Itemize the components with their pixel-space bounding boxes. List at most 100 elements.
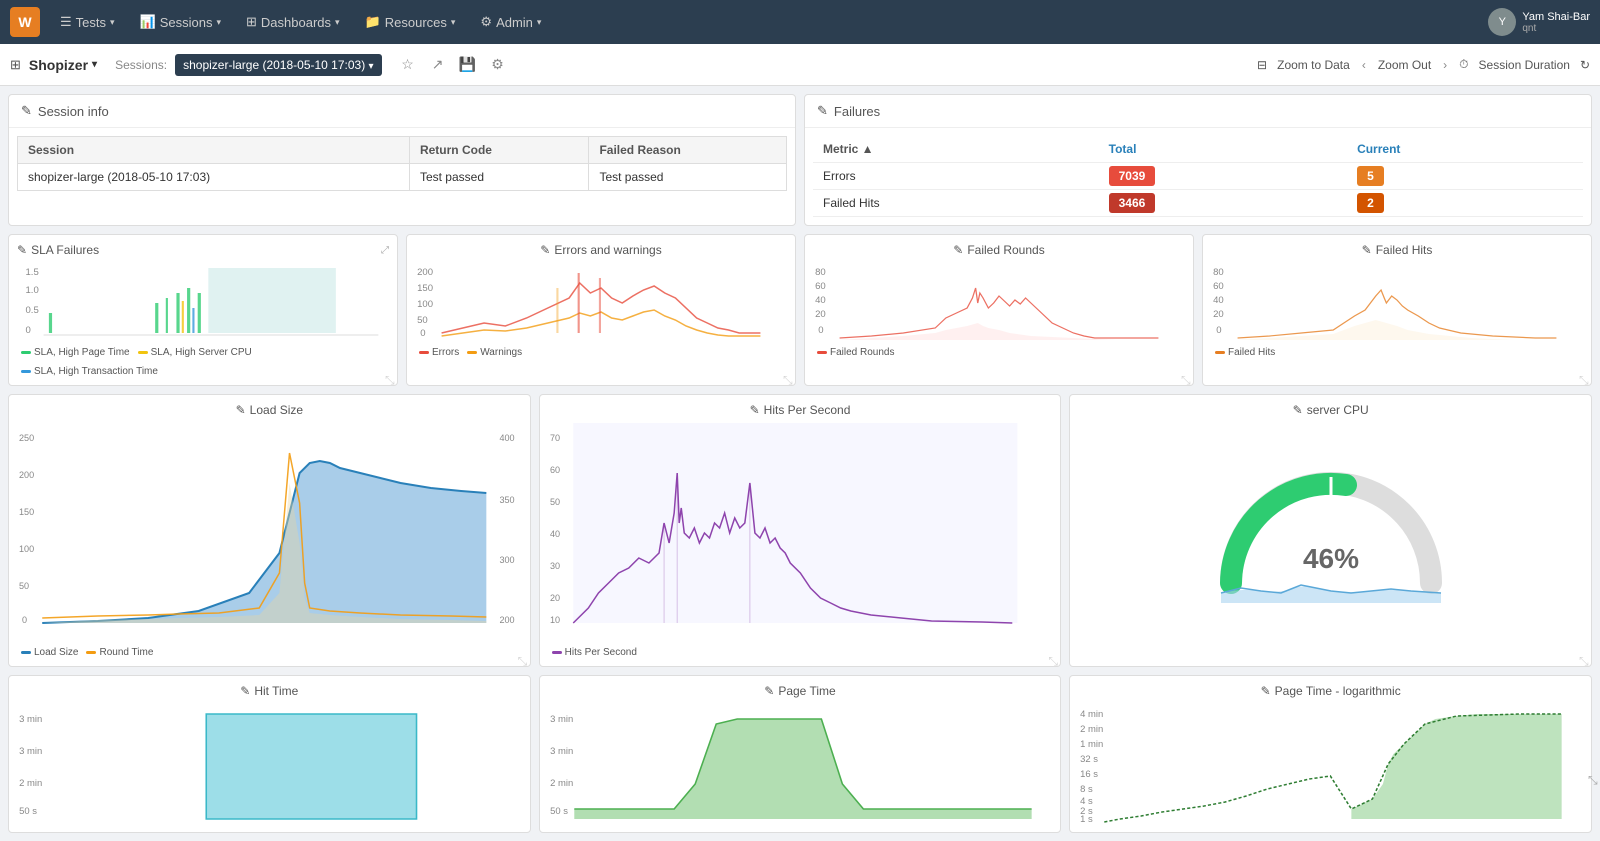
session-info-content: Session Return Code Failed Reason shopiz…	[9, 128, 795, 199]
svg-text:8 s: 8 s	[1080, 784, 1093, 794]
charts-row1: ✎ SLA Failures ⤢ 1.5 1.0 0.5 0	[8, 234, 1592, 386]
svg-text:100: 100	[19, 544, 34, 554]
pencil-icon: ✎	[953, 243, 963, 257]
hits-area: 70 60 50 40 30 20 10 00:	[548, 423, 1053, 643]
svg-text:2 min: 2 min	[1080, 724, 1103, 734]
settings-icon[interactable]: ⚙	[486, 53, 510, 77]
zoom-to-data-btn[interactable]: Zoom to Data	[1277, 58, 1350, 72]
resize-handle[interactable]: ⤡	[1181, 373, 1191, 383]
svg-text:350: 350	[499, 495, 514, 505]
pencil-icon: ✎	[240, 684, 250, 698]
logo: W	[10, 7, 40, 37]
nav-dashboards[interactable]: ⊞ Dashboards ▾	[236, 9, 350, 35]
svg-text:50 s: 50 s	[19, 806, 37, 816]
session-selector[interactable]: shopizer-large (2018-05-10 17:03) ▾	[175, 54, 381, 76]
svg-text:1.5: 1.5	[26, 267, 39, 277]
star-icon[interactable]: ☆	[396, 53, 420, 77]
chart-title: ✎ Errors and warnings	[415, 243, 787, 257]
top-nav: W ☰ Tests ▾ 📊 Sessions ▾ ⊞ Dashboards ▾ …	[0, 0, 1600, 44]
svg-text:1.0: 1.0	[26, 285, 39, 295]
main-content: ✎ Session info Session Return Code Faile…	[0, 86, 1600, 841]
nav-tests[interactable]: ☰ Tests ▾	[50, 9, 125, 35]
page-time-log-chart: ✎ Page Time - logarithmic 4 min 2 min 1 …	[1069, 675, 1592, 833]
pencil-icon: ✎	[1261, 684, 1271, 698]
svg-text:400: 400	[499, 433, 514, 443]
pencil-icon: ✎	[17, 243, 27, 257]
svg-text:0: 0	[420, 328, 425, 338]
current-failed-hits: 2	[1347, 190, 1583, 217]
resize-handle[interactable]: ⤡	[1579, 373, 1589, 383]
svg-text:4 s: 4 s	[1080, 796, 1093, 806]
sla-legend: SLA, High Page Time SLA, High Server CPU…	[17, 347, 389, 377]
svg-text:150: 150	[417, 283, 433, 293]
svg-text:2 min: 2 min	[19, 778, 42, 788]
failed-rounds-area: 80 60 40 20 0 00:0000:3001:0001:3002:00	[813, 263, 1185, 343]
zoom-out-btn[interactable]: Zoom Out	[1378, 58, 1431, 72]
svg-text:150: 150	[19, 507, 34, 517]
svg-text:50: 50	[550, 497, 560, 507]
chart-title: ✎ Load Size	[17, 403, 522, 417]
svg-text:2 min: 2 min	[550, 778, 573, 788]
table-row: Errors 7039 5	[813, 163, 1583, 190]
user-info: Yam Shai-Bar qnt	[1522, 11, 1590, 34]
svg-text:0.5: 0.5	[26, 305, 39, 315]
metric-failed-hits: Failed Hits	[813, 190, 1099, 217]
svg-text:50: 50	[19, 581, 29, 591]
page-time-chart: ✎ Page Time 3 min 3 min 2 min 50 s 00:00…	[539, 675, 1062, 833]
hit-time-chart: ✎ Hit Time 3 min 3 min 2 min 50 s 00:000…	[8, 675, 531, 833]
resize-handle[interactable]: ⤡	[1048, 654, 1058, 664]
chart-title: ✎ SLA Failures ⤢	[17, 243, 389, 257]
columns-icon: ⊟	[1257, 58, 1267, 72]
pencil-icon: ✎	[540, 243, 550, 257]
project-name[interactable]: Shopizer ▾	[29, 57, 97, 73]
resize-handle[interactable]: ⤡	[385, 373, 395, 383]
svg-text:1 s: 1 s	[1080, 814, 1093, 824]
pencil-icon: ✎	[1293, 403, 1303, 417]
nav-sessions[interactable]: 📊 Sessions ▾	[130, 9, 231, 35]
total-failed-hits: 3466	[1099, 190, 1347, 217]
user-area: Y Yam Shai-Bar qnt	[1488, 8, 1590, 36]
load-size-chart: ✎ Load Size 250 200 150 100 50 0 400 350…	[8, 394, 531, 667]
pencil-icon: ✎	[750, 403, 760, 417]
list-icon: ☰	[60, 14, 72, 30]
clock-icon: ⏱	[1459, 57, 1468, 72]
current-errors: 5	[1347, 163, 1583, 190]
share-icon[interactable]: ↗	[426, 53, 450, 77]
sla-chart-area: 1.5 1.0 0.5 0	[17, 263, 389, 343]
refresh-icon[interactable]: ↻	[1580, 58, 1590, 72]
nav-admin[interactable]: ⚙ Admin ▾	[470, 9, 551, 35]
svg-text:40: 40	[1213, 295, 1224, 305]
save-icon[interactable]: 💾	[456, 53, 480, 77]
failed-rounds-chart: ✎ Failed Rounds 80 60 40 20 0	[804, 234, 1194, 386]
svg-text:20: 20	[815, 309, 826, 319]
table-row: Failed Hits 3466 2	[813, 190, 1583, 217]
session-duration-label: Session Duration	[1479, 58, 1570, 72]
expand-icon[interactable]: ⤢	[381, 245, 389, 256]
errors-warnings-chart: ✎ Errors and warnings 200 150 100 50 0	[406, 234, 796, 386]
hits-per-second-chart: ✎ Hits Per Second 70 60 50 40 30 20 10	[539, 394, 1062, 667]
chevron-down-icon: ▾	[216, 17, 221, 28]
resize-handle[interactable]: ⤡	[783, 373, 793, 383]
cell-return-code: Test passed	[409, 164, 588, 191]
svg-text:80: 80	[1213, 267, 1224, 277]
svg-text:50 s: 50 s	[550, 806, 568, 816]
chevron-left-btn[interactable]: ‹	[1360, 58, 1368, 72]
resize-handle[interactable]: ⤡	[1579, 654, 1589, 664]
chevron-right-btn[interactable]: ›	[1441, 58, 1449, 72]
sessions-label: Sessions:	[115, 58, 167, 72]
col-total: Total	[1099, 136, 1347, 163]
session-table: Session Return Code Failed Reason shopiz…	[17, 136, 787, 191]
resize-handle[interactable]: ⤡	[518, 654, 528, 664]
sla-failures-chart: ✎ SLA Failures ⤢ 1.5 1.0 0.5 0	[8, 234, 398, 386]
session-info-panel: ✎ Session info Session Return Code Faile…	[8, 94, 796, 226]
svg-text:80: 80	[815, 267, 826, 277]
chevron-down-icon: ▾	[369, 61, 374, 72]
pencil-icon: ✎	[764, 684, 774, 698]
chart-title: ✎ Failed Rounds	[813, 243, 1185, 257]
avatar: Y	[1488, 8, 1516, 36]
failed-hits-area: 80 60 40 20 0 00:0000:3001:0001:3002:00	[1211, 263, 1583, 343]
nav-resources[interactable]: 📁 Resources ▾	[355, 9, 466, 35]
resize-handle[interactable]: ⤡	[1588, 773, 1598, 783]
svg-text:4 min: 4 min	[1080, 709, 1103, 719]
cpu-area: 46%	[1078, 423, 1583, 643]
